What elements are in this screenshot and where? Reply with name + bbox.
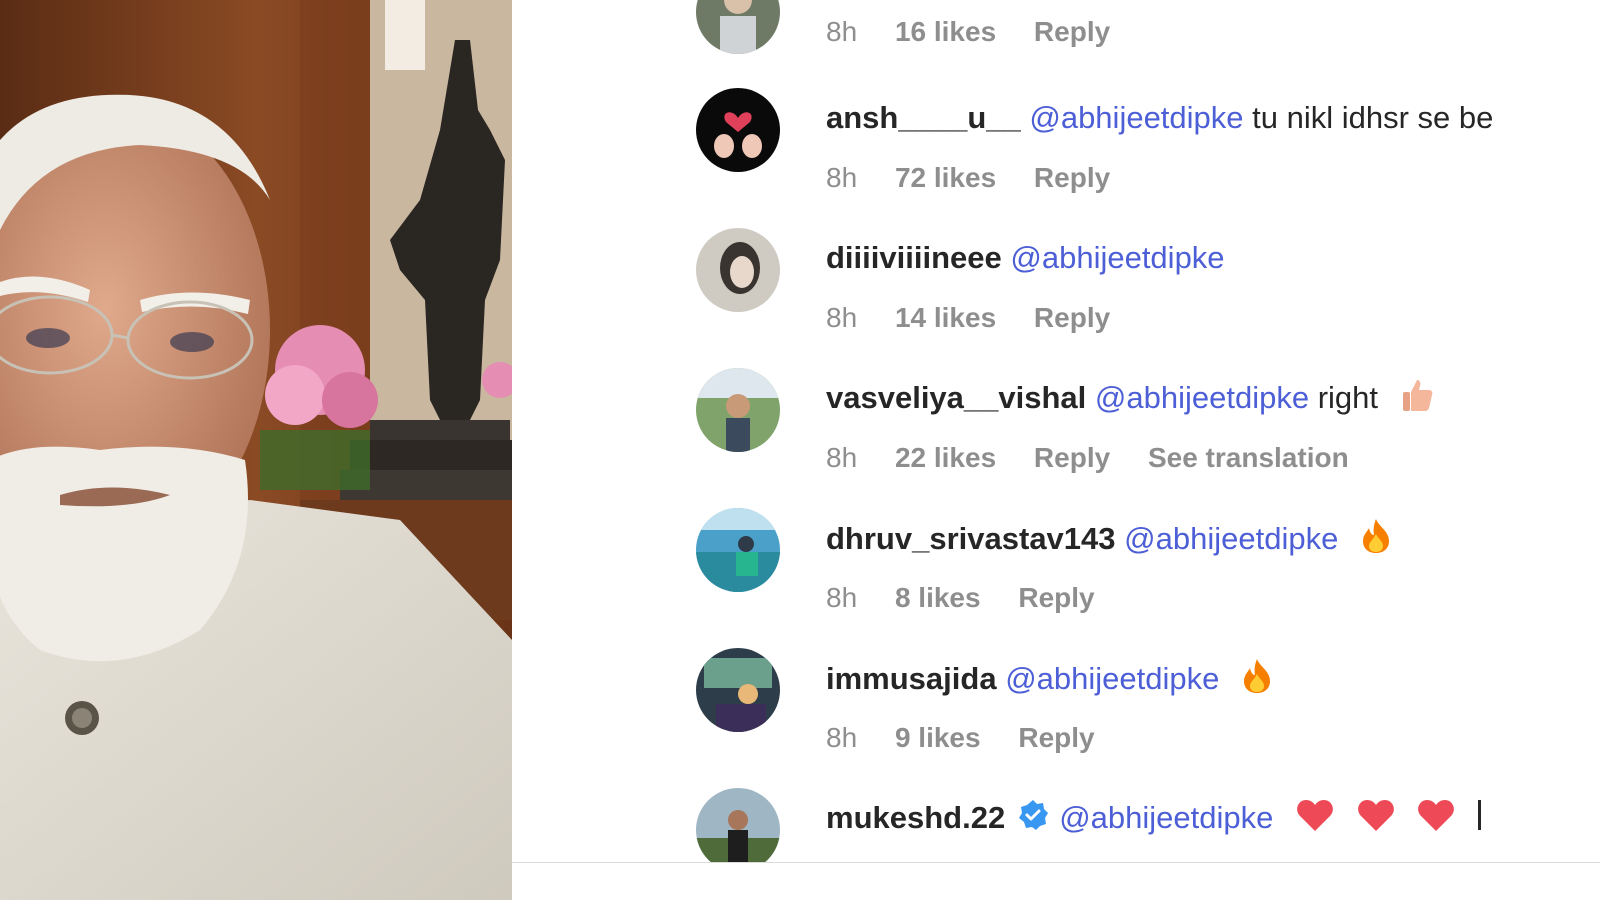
- user-photo-avatar-icon: [696, 508, 780, 592]
- comment-likes[interactable]: 8 likes: [895, 582, 981, 613]
- comment-meta: 8h 8 likes Reply: [826, 580, 1125, 616]
- comment-username[interactable]: immusajida: [826, 661, 997, 696]
- comment-likes[interactable]: 9 likes: [895, 722, 981, 753]
- reply-button[interactable]: Reply: [1018, 582, 1094, 613]
- comment-item: diiiiviiiineee @abhijeetdipke 8h 14 like…: [512, 228, 1600, 368]
- comment-item: 8h 16 likes Reply: [512, 0, 1600, 54]
- user-avatar[interactable]: [696, 648, 780, 732]
- user-avatar[interactable]: [696, 508, 780, 592]
- thumbs-up-icon: [1401, 378, 1433, 422]
- comment-time: 8h: [826, 16, 858, 47]
- text-cursor-icon: [1477, 800, 1482, 840]
- comment-time: 8h: [826, 582, 858, 613]
- comment-item: mukeshd.22 @abhijeetdipke: [512, 788, 1600, 862]
- comment-body: immusajida @abhijeetdipke: [826, 658, 1272, 704]
- comment-meta: 8h 22 likes Reply See translation: [826, 440, 1379, 476]
- fire-icon: [1242, 658, 1272, 704]
- see-translation-button[interactable]: See translation: [1148, 442, 1349, 473]
- user-avatar[interactable]: [696, 368, 780, 452]
- comment-time: 8h: [826, 442, 858, 473]
- comment-body: diiiiviiiineee @abhijeetdipke: [826, 238, 1225, 278]
- comments-list[interactable]: 8h 16 likes Reply ansh____u__ @abhijeetd…: [512, 0, 1600, 862]
- reply-button[interactable]: Reply: [1018, 722, 1094, 753]
- verified-badge-icon: [1017, 799, 1049, 841]
- reply-button[interactable]: Reply: [1034, 16, 1110, 47]
- comment-body: ansh____u__ @abhijeetdipke tu nikl idhsr…: [826, 98, 1493, 138]
- comment-username[interactable]: mukeshd.22: [826, 800, 1005, 835]
- reply-button[interactable]: Reply: [1034, 302, 1110, 333]
- comment-mention[interactable]: @abhijeetdipke: [1124, 521, 1338, 556]
- user-avatar[interactable]: [696, 0, 780, 54]
- comment-text: right: [1317, 380, 1379, 416]
- user-photo-avatar-icon: [696, 228, 780, 312]
- comment-meta: 8h 14 likes Reply: [826, 300, 1140, 336]
- comment-item: ansh____u__ @abhijeetdipke tu nikl idhsr…: [512, 88, 1600, 228]
- user-photo-avatar-icon: [696, 648, 780, 732]
- comment-username[interactable]: vasveliya__vishal: [826, 380, 1086, 415]
- comment-mention[interactable]: @abhijeetdipke: [1095, 380, 1309, 415]
- reply-button[interactable]: Reply: [1034, 442, 1110, 473]
- comment-username[interactable]: diiiiviiiineee: [826, 240, 1002, 275]
- comment-mention[interactable]: @abhijeetdipke: [1059, 800, 1273, 835]
- comment-mention[interactable]: @abhijeetdipke: [1010, 240, 1224, 275]
- comment-likes[interactable]: 16 likes: [895, 16, 996, 47]
- comment-username[interactable]: dhruv_srivastav143: [826, 521, 1116, 556]
- heart-icon: [1357, 798, 1395, 842]
- comment-input-bar[interactable]: [512, 863, 1600, 900]
- comment-meta: 8h 16 likes Reply: [826, 14, 1140, 50]
- comment-time: 8h: [826, 722, 858, 753]
- comment-meta: 8h 9 likes Reply: [826, 720, 1125, 756]
- heart-icon: [1296, 798, 1334, 842]
- comment-body: mukeshd.22 @abhijeetdipke: [826, 798, 1482, 842]
- comment-time: 8h: [826, 302, 858, 333]
- user-avatar[interactable]: [696, 228, 780, 312]
- comment-likes[interactable]: 14 likes: [895, 302, 996, 333]
- comment-likes[interactable]: 72 likes: [895, 162, 996, 193]
- heart-icon: [1417, 798, 1455, 842]
- comment-item: immusajida @abhijeetdipke 8h 9 likes Rep…: [512, 648, 1600, 788]
- comment-likes[interactable]: 22 likes: [895, 442, 996, 473]
- comment-username[interactable]: ansh____u__: [826, 100, 1021, 135]
- instagram-post-view: 8h 16 likes Reply ansh____u__ @abhijeetd…: [0, 0, 1600, 900]
- comment-body: vasveliya__vishal @abhijeetdipke right: [826, 378, 1433, 422]
- user-photo-avatar-icon: [696, 368, 780, 452]
- comment-item: dhruv_srivastav143 @abhijeetdipke 8h 8 l…: [512, 508, 1600, 648]
- comment-item: vasveliya__vishal @abhijeetdipke right 8…: [512, 368, 1600, 508]
- comment-meta: 8h 72 likes Reply: [826, 160, 1140, 196]
- user-photo-avatar-icon: [696, 0, 780, 54]
- user-avatar[interactable]: [696, 788, 780, 862]
- heart-hands-avatar-icon: [696, 88, 780, 172]
- fire-icon: [1361, 518, 1391, 564]
- post-media-image: [0, 0, 512, 900]
- user-avatar[interactable]: [696, 88, 780, 172]
- reply-button[interactable]: Reply: [1034, 162, 1110, 193]
- comment-body: dhruv_srivastav143 @abhijeetdipke: [826, 518, 1391, 564]
- comment-time: 8h: [826, 162, 858, 193]
- comment-text: tu nikl idhsr se be: [1252, 100, 1494, 135]
- comment-mention[interactable]: @abhijeetdipke: [1005, 661, 1219, 696]
- comment-mention[interactable]: @abhijeetdipke: [1029, 100, 1243, 135]
- post-photo: [0, 0, 512, 900]
- user-photo-avatar-icon: [696, 788, 780, 862]
